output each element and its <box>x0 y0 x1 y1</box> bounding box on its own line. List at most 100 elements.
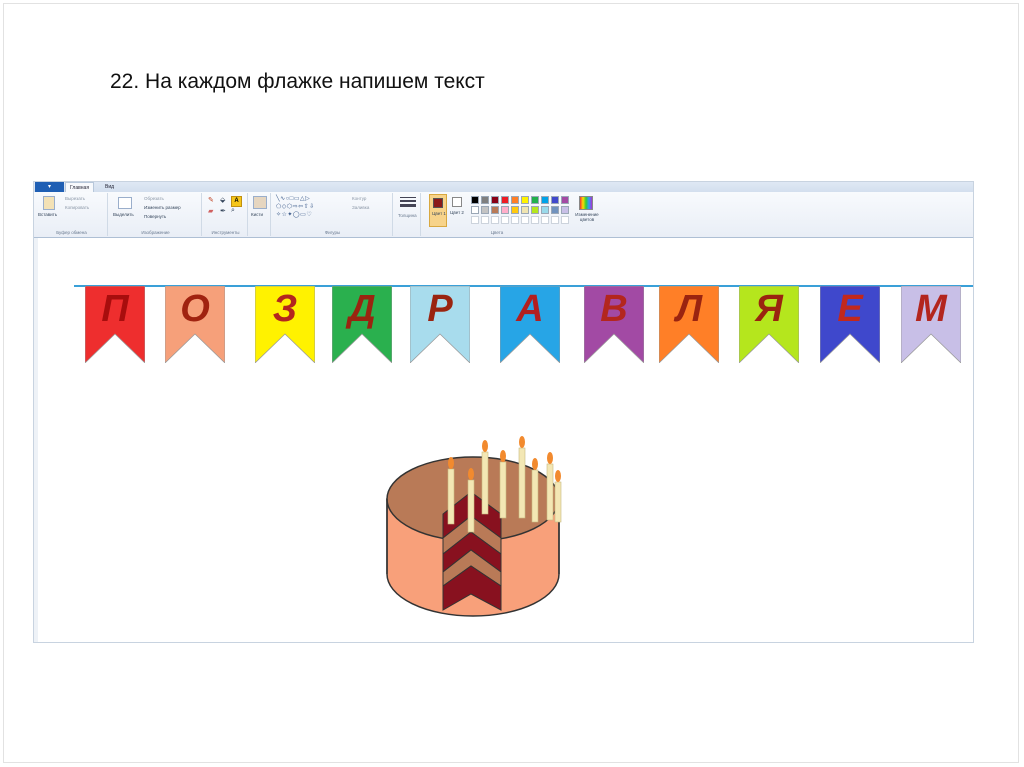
group-brushes: Кисти <box>249 193 271 236</box>
palette-swatch-empty[interactable] <box>531 216 539 224</box>
banner-flag: Л <box>658 285 720 364</box>
group-shapes-label: Фигуры <box>324 230 341 235</box>
palette-swatch[interactable] <box>561 206 569 214</box>
palette-swatch[interactable] <box>491 196 499 204</box>
palette-swatch-empty[interactable] <box>511 216 519 224</box>
palette-swatch[interactable] <box>521 206 529 214</box>
palette-swatch[interactable] <box>511 196 519 204</box>
group-tools-label: Инструменты <box>211 230 240 235</box>
select-icon[interactable] <box>118 197 132 209</box>
palette-swatch[interactable] <box>491 206 499 214</box>
group-clipboard-label: Буфер обмена <box>56 230 87 235</box>
palette-swatch[interactable] <box>541 206 549 214</box>
outline-button[interactable]: Контур <box>352 196 366 201</box>
group-colors-label: Цвета <box>490 230 504 235</box>
size-line-3 <box>400 204 416 207</box>
candle <box>518 447 526 519</box>
slide-title: 22. На каждом флажке напишем текст <box>110 70 485 93</box>
banner-flag: М <box>900 285 962 364</box>
banner-flag-letter: Д <box>348 288 376 330</box>
crop-button[interactable]: Обрезать <box>144 196 164 201</box>
palette-swatch[interactable] <box>501 206 509 214</box>
palette-swatch[interactable] <box>481 206 489 214</box>
banner-flag: Р <box>409 285 471 364</box>
candle-flame <box>482 440 488 452</box>
brushes-button[interactable]: Кисти <box>251 212 263 217</box>
palette-swatch[interactable] <box>531 206 539 214</box>
banner-flag-letter: Я <box>755 288 783 330</box>
palette-swatch-empty[interactable] <box>481 216 489 224</box>
banner-flag-letter: П <box>101 288 129 330</box>
group-size: Толщина <box>395 193 421 236</box>
palette-swatch-empty[interactable] <box>541 216 549 224</box>
color-picker-icon[interactable]: ✒ <box>220 207 226 215</box>
resize-button[interactable]: Изменить размер <box>144 205 181 210</box>
candle <box>447 468 455 525</box>
palette-swatch[interactable] <box>471 206 479 214</box>
edit-colors-icon[interactable] <box>579 196 593 210</box>
file-menu-button[interactable]: ▾ <box>35 182 64 192</box>
candle-flame <box>448 457 454 469</box>
palette-swatch-empty[interactable] <box>551 216 559 224</box>
group-tools: ✎ ⬙ A ▰ ✒ ⌕ Инструменты <box>204 193 248 236</box>
banner-flag-letter: О <box>180 288 210 330</box>
size-line-1 <box>400 197 416 198</box>
palette-swatch-empty[interactable] <box>471 216 479 224</box>
color2-button[interactable]: Цвет 2 <box>449 194 465 227</box>
rotate-button[interactable]: Повернуть <box>144 214 166 219</box>
palette-swatch[interactable] <box>521 196 529 204</box>
fill-icon[interactable]: ⬙ <box>220 196 225 204</box>
color2-swatch <box>452 197 462 207</box>
color1-button[interactable]: Цвет 1 <box>429 194 447 227</box>
palette-swatch[interactable] <box>561 196 569 204</box>
banner-flag-letter: М <box>915 288 947 330</box>
palette-swatch-empty[interactable] <box>491 216 499 224</box>
palette-swatch[interactable] <box>501 196 509 204</box>
fill-button[interactable]: Заливка <box>352 205 369 210</box>
tab-home[interactable]: Главная <box>65 182 95 192</box>
candle <box>554 481 562 523</box>
palette-swatch[interactable] <box>531 196 539 204</box>
banner-flag: Я <box>738 285 800 364</box>
candle <box>546 463 554 521</box>
size-line-2 <box>400 200 416 202</box>
paste-icon[interactable] <box>43 196 55 210</box>
banner-flag-letter: З <box>272 288 298 330</box>
group-image-label: Изображение <box>141 230 170 235</box>
select-button[interactable]: Выделить <box>113 212 134 217</box>
pencil-icon[interactable]: ✎ <box>208 196 214 204</box>
group-colors: Цвет 1 Цвет 2 Изменение цветов Цвета <box>427 193 617 236</box>
size-button[interactable]: Толщина <box>398 213 417 218</box>
color2-label: Цвет 2 <box>450 210 464 215</box>
shapes-gallery-row3[interactable]: ✧☆✦◯▭♡ <box>276 211 312 218</box>
edit-colors-button[interactable]: Изменение цветов <box>572 212 602 222</box>
candle-flame <box>532 458 538 470</box>
paste-button[interactable]: Вставить <box>38 212 57 217</box>
banner-flag: П <box>84 285 146 364</box>
cut-button[interactable]: Вырезать <box>65 196 85 201</box>
palette-swatch-empty[interactable] <box>501 216 509 224</box>
group-clipboard: Вставить Вырезать Копировать Буфер обмен… <box>36 193 108 236</box>
palette-swatch[interactable] <box>511 206 519 214</box>
magnifier-icon[interactable]: ⌕ <box>231 207 235 215</box>
banner-flag: Д <box>331 285 393 364</box>
eraser-icon[interactable]: ▰ <box>208 207 213 215</box>
brush-icon[interactable] <box>253 196 267 209</box>
banner-flag-letter: В <box>600 288 628 330</box>
palette-swatch[interactable] <box>541 196 549 204</box>
tab-view[interactable]: Вид <box>101 182 118 192</box>
palette-swatch[interactable] <box>471 196 479 204</box>
candle-flame <box>468 468 474 480</box>
shapes-gallery-row1[interactable]: ╲∿○□▭△▷ <box>276 195 310 202</box>
palette-swatch[interactable] <box>481 196 489 204</box>
text-tool-icon[interactable]: A <box>231 196 242 207</box>
palette-swatch-empty[interactable] <box>521 216 529 224</box>
palette-swatch-empty[interactable] <box>561 216 569 224</box>
canvas-left-edge <box>34 238 38 642</box>
shapes-gallery-row2[interactable]: ⬠◇⬡⇨⇦⇧⇩ <box>276 203 315 210</box>
cake-drawing <box>386 436 562 617</box>
copy-button[interactable]: Копировать <box>65 205 89 210</box>
palette-swatch[interactable] <box>551 196 559 204</box>
banner-flag: В <box>583 285 645 364</box>
palette-swatch[interactable] <box>551 206 559 214</box>
